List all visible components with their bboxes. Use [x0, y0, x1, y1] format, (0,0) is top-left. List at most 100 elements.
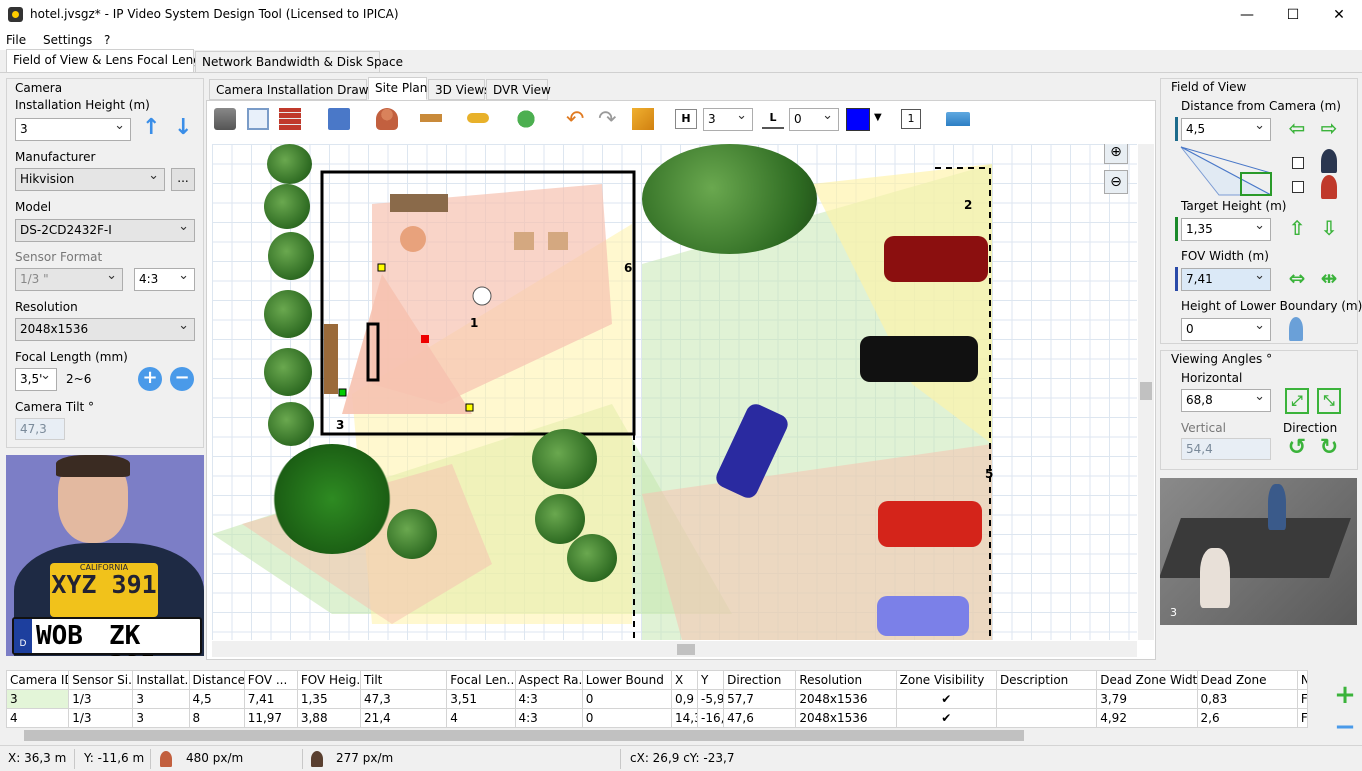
redo-icon[interactable]: ↷: [598, 107, 616, 132]
height-select[interactable]: 3: [703, 108, 753, 131]
checkbox-woman[interactable]: [1292, 181, 1304, 193]
column-header[interactable]: Tilt: [360, 670, 448, 690]
wall-tool-icon[interactable]: [279, 108, 301, 130]
menu-settings[interactable]: Settings: [43, 33, 92, 47]
column-header[interactable]: Aspect Ra...: [514, 670, 583, 690]
add-row-icon[interactable]: +: [1332, 682, 1358, 708]
table-cell[interactable]: 4,5: [188, 689, 245, 709]
camera-label-3[interactable]: 3: [336, 418, 344, 432]
column-header[interactable]: FOV ...: [243, 670, 298, 690]
table-cell[interactable]: 57,7: [723, 689, 797, 709]
table-cell[interactable]: ✔: [895, 689, 997, 709]
column-header[interactable]: Zone Visibility: [895, 670, 997, 690]
table-cell[interactable]: F: [1296, 689, 1309, 709]
table-cell[interactable]: 7,41: [243, 689, 298, 709]
tab-network-bandwidth[interactable]: Network Bandwidth & Disk Space: [195, 51, 403, 73]
model-select[interactable]: DS-2CD2432F-I: [15, 219, 195, 242]
color-dropdown-icon[interactable]: ▼: [874, 112, 882, 123]
camera-label-2[interactable]: 2: [964, 198, 972, 212]
table-hscrollbar[interactable]: [6, 728, 1308, 743]
camera-tool-icon[interactable]: [214, 108, 236, 130]
column-header[interactable]: FOV Heig...: [296, 670, 362, 690]
column-header[interactable]: Lower Bound: [581, 670, 672, 690]
column-header[interactable]: X: [670, 670, 699, 690]
focal-length-select[interactable]: 3,5': [15, 368, 57, 391]
table-cell[interactable]: 11,97: [243, 708, 298, 728]
column-header[interactable]: Direction: [723, 670, 797, 690]
table-cell[interactable]: 2048x1536: [795, 689, 897, 709]
manufacturer-select[interactable]: Hikvision: [15, 168, 165, 191]
camera-label-1[interactable]: 1: [470, 316, 478, 330]
zoom-in-icon[interactable]: ⊕: [1104, 144, 1128, 164]
arrow-left-icon[interactable]: ⇦: [1285, 117, 1309, 139]
column-header[interactable]: Camera ID: [5, 670, 70, 690]
tab-dvr-view[interactable]: DVR View: [486, 79, 551, 100]
level-select[interactable]: 0: [789, 108, 839, 131]
image-tool-icon[interactable]: [247, 108, 269, 130]
vertical-scroll-thumb[interactable]: [1140, 382, 1152, 400]
table-cell[interactable]: 1/3: [68, 708, 134, 728]
zoom-out-minus-icon[interactable]: −: [170, 367, 194, 391]
rotate-right-icon[interactable]: ↻: [1317, 437, 1341, 459]
camera-label-5[interactable]: 5: [985, 467, 993, 481]
table-cell[interactable]: 47,3: [360, 689, 448, 709]
vertical-scrollbar[interactable]: [1138, 144, 1154, 640]
shrink-width-icon[interactable]: ⇹: [1317, 267, 1341, 289]
table-cell[interactable]: 4: [5, 708, 70, 728]
table-cell[interactable]: -5,9: [697, 689, 725, 709]
tilt-field[interactable]: 47,3: [15, 418, 65, 440]
tab-site-plan[interactable]: Site Plan: [368, 77, 427, 100]
arrow-up-icon[interactable]: ↑: [142, 117, 160, 141]
table-cell[interactable]: 2,6: [1196, 708, 1298, 728]
aspect-select[interactable]: 4:3: [134, 268, 195, 291]
tab-camera-installation[interactable]: Camera Installation Drawing: [209, 79, 387, 100]
table-cell[interactable]: 0: [581, 689, 672, 709]
column-header[interactable]: Y: [697, 670, 725, 690]
zoom-in-plus-icon[interactable]: +: [138, 367, 162, 391]
column-header[interactable]: Distance: [188, 670, 245, 690]
arrow-down-green-icon[interactable]: ⇩: [1317, 217, 1341, 239]
table-cell[interactable]: 1,35: [296, 689, 362, 709]
color-swatch[interactable]: [846, 108, 870, 131]
close-button[interactable]: ✕: [1316, 0, 1362, 30]
table-cell[interactable]: 3,51: [446, 689, 516, 709]
table-cell[interactable]: [995, 689, 1098, 709]
table-cell[interactable]: 3,79: [1096, 689, 1198, 709]
table-cell[interactable]: [995, 708, 1098, 728]
tab-field-of-view[interactable]: Field of View & Lens Focal Length: [6, 49, 213, 73]
horizontal-select[interactable]: 68,8: [1181, 389, 1271, 412]
vertical-field[interactable]: 54,4: [1181, 438, 1271, 460]
target-height-select[interactable]: 1,35: [1181, 218, 1271, 241]
table-cell[interactable]: 47,6: [723, 708, 797, 728]
bench-tool-icon[interactable]: [420, 114, 442, 122]
menu-file[interactable]: File: [6, 33, 26, 47]
brush-icon[interactable]: [632, 108, 654, 130]
column-header[interactable]: Dead Zone: [1196, 670, 1298, 690]
column-header[interactable]: Focal Len...: [446, 670, 516, 690]
table-row[interactable]: 3 1/3 3 4,5 7,41 1,35 47,3 3,51 4:3 0 0,9 -5,9 57,7 2…: [5, 689, 1309, 709]
table-cell[interactable]: 4,92: [1096, 708, 1198, 728]
table-cell[interactable]: 14,3: [670, 708, 699, 728]
table-cell[interactable]: 3: [132, 689, 190, 709]
tree-tool-icon[interactable]: [515, 108, 537, 130]
table-cell[interactable]: F: [1296, 708, 1309, 728]
table-cell[interactable]: 8: [188, 708, 245, 728]
column-header[interactable]: Installat...: [132, 670, 190, 690]
horizontal-scrollbar[interactable]: [212, 641, 1137, 657]
table-cell[interactable]: 0,9: [670, 689, 699, 709]
zoom-out-icon[interactable]: ⊖: [1104, 170, 1128, 194]
install-height-select[interactable]: 3: [15, 118, 131, 141]
horizontal-scroll-thumb[interactable]: [677, 644, 695, 655]
table-cell[interactable]: 3: [5, 689, 70, 709]
camera-label-6[interactable]: 6: [624, 261, 632, 275]
table-cell[interactable]: -16,5: [697, 708, 725, 728]
maximize-button[interactable]: ☐: [1270, 0, 1316, 30]
table-cell[interactable]: 4:3: [514, 708, 583, 728]
arrow-right-icon[interactable]: ⇨: [1317, 117, 1341, 139]
car-tool-icon[interactable]: [467, 113, 489, 123]
page-icon[interactable]: 1: [901, 109, 921, 129]
table-hscroll-thumb[interactable]: [24, 730, 1024, 741]
table-cell[interactable]: 1/3: [68, 689, 134, 709]
table-cell[interactable]: 0,83: [1196, 689, 1298, 709]
arrow-down-icon[interactable]: ↓: [174, 117, 192, 141]
